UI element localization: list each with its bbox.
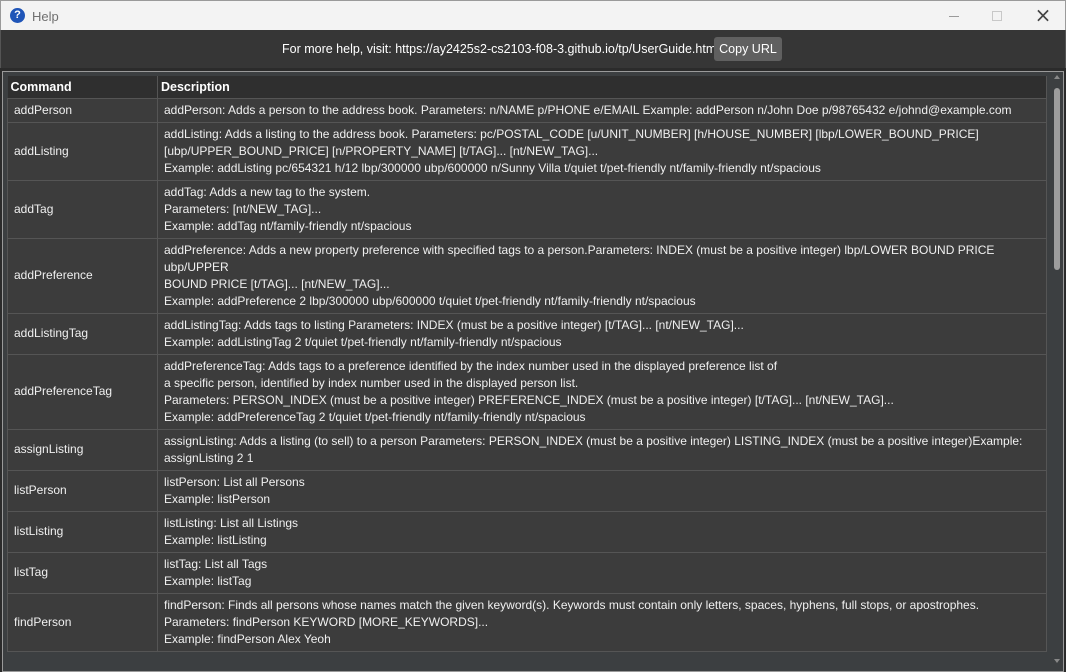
description-cell: addPerson: Adds a person to the address … — [157, 97, 1047, 123]
vertical-scrollbar[interactable] — [1052, 72, 1063, 671]
command-table-viewport[interactable]: Command Description addPerson addPerson: … — [7, 76, 1047, 671]
scroll-up-icon[interactable] — [1054, 75, 1060, 79]
description-cell: addPreference: Adds a new property prefe… — [157, 237, 1047, 314]
close-button[interactable]: × — [1020, 1, 1066, 31]
description-column-header[interactable]: Description — [157, 76, 1047, 99]
help-toolbar: For more help, visit: https://ay2425s2-c… — [0, 30, 1066, 68]
minimize-button[interactable] — [931, 1, 977, 31]
scrollbar-thumb[interactable] — [1054, 88, 1060, 270]
description-cell: addPreferenceTag: Adds tags to a prefere… — [157, 353, 1047, 430]
table-row[interactable]: addPerson addPerson: Adds a person to the… — [7, 97, 1047, 123]
description-cell: listListing: List all Listings Example: … — [157, 510, 1047, 553]
table-row[interactable]: listPerson listPerson: List all Persons E… — [7, 469, 1047, 512]
command-cell: assignListing — [7, 428, 158, 471]
command-cell: addTag — [7, 179, 158, 239]
table-row[interactable]: listTag listTag: List all Tags Example: l… — [7, 551, 1047, 594]
help-url-text: For more help, visit: https://ay2425s2-c… — [282, 42, 720, 56]
close-icon: × — [1034, 3, 1052, 27]
maximize-button[interactable] — [974, 1, 1020, 31]
command-cell: addListing — [7, 121, 158, 181]
description-cell: addTag: Adds a new tag to the system. Pa… — [157, 179, 1047, 239]
table-row[interactable]: addPreferenceTag addPreferenceTag: Adds t… — [7, 353, 1047, 430]
command-table-container: Command Description addPerson addPerson: … — [2, 71, 1064, 672]
table-row[interactable]: addPreference addPreference: Adds a new p… — [7, 237, 1047, 314]
help-question-icon: ? — [10, 8, 25, 23]
description-cell: addListing: Adds a listing to the addres… — [157, 121, 1047, 181]
window-title: Help — [32, 9, 59, 24]
command-cell: addPerson — [7, 97, 158, 123]
command-cell: listPerson — [7, 469, 158, 512]
command-cell: listTag — [7, 551, 158, 594]
table-row[interactable]: listListing listListing: List all Listing… — [7, 510, 1047, 553]
description-cell: listTag: List all Tags Example: listTag — [157, 551, 1047, 594]
copy-url-button[interactable]: Copy URL — [714, 37, 782, 61]
title-bar: ? Help × — [0, 0, 1066, 30]
command-cell: addPreference — [7, 237, 158, 314]
table-header-row: Command Description — [7, 76, 1047, 99]
command-cell: addPreferenceTag — [7, 353, 158, 430]
description-cell: assignListing: Adds a listing (to sell) … — [157, 428, 1047, 471]
command-cell: addListingTag — [7, 312, 158, 355]
scroll-down-icon[interactable] — [1054, 659, 1060, 663]
command-cell: findPerson — [7, 592, 158, 652]
table-row[interactable]: findPerson findPerson: Finds all persons … — [7, 592, 1047, 652]
minimize-icon — [949, 15, 959, 17]
maximize-icon — [992, 11, 1002, 21]
description-cell: findPerson: Finds all persons whose name… — [157, 592, 1047, 652]
command-column-header[interactable]: Command — [7, 76, 158, 99]
description-cell: addListingTag: Adds tags to listing Para… — [157, 312, 1047, 355]
table-row[interactable]: addTag addTag: Adds a new tag to the syst… — [7, 179, 1047, 239]
table-row[interactable]: addListingTag addListingTag: Adds tags to… — [7, 312, 1047, 355]
description-cell: listPerson: List all Persons Example: li… — [157, 469, 1047, 512]
command-cell: listListing — [7, 510, 158, 553]
table-row[interactable]: assignListing assignListing: Adds a listi… — [7, 428, 1047, 471]
command-table: Command Description addPerson addPerson: … — [7, 76, 1047, 652]
table-row[interactable]: addListing addListing: Adds a listing to … — [7, 121, 1047, 181]
